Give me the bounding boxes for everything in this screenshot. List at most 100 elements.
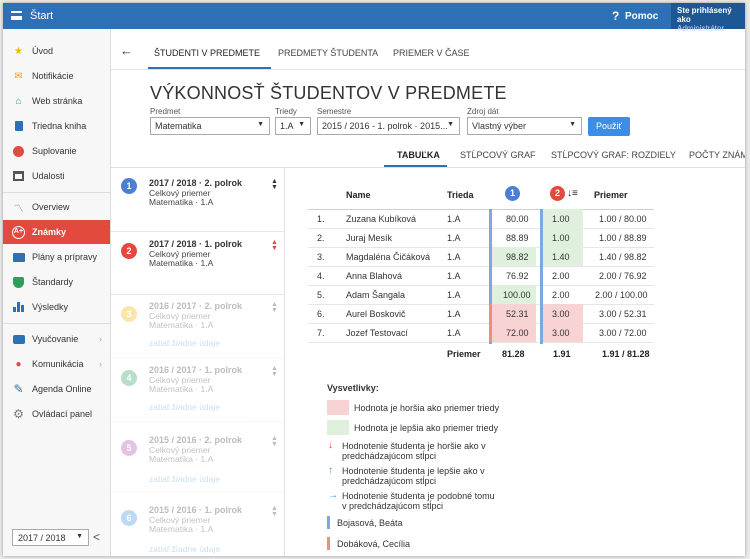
column-header-semester-2[interactable]: 2: [550, 186, 565, 201]
column-header-name[interactable]: Name: [346, 190, 371, 200]
sidebar-item-web[interactable]: ⌂ Web stránka: [3, 89, 110, 113]
legend-teacher1: Bojasová, Beáta: [337, 518, 403, 528]
grade-col2: 1.00: [552, 233, 570, 243]
grade-col1: 98.82: [506, 252, 529, 262]
semester-item-5[interactable]: 5 2015 / 2016 · 2. polrok Celkový prieme…: [111, 428, 284, 492]
sort-icon[interactable]: ▲ ▼: [271, 239, 278, 252]
student-class: 1.A: [447, 290, 461, 300]
sort-icon[interactable]: ↓≡: [567, 188, 578, 199]
semester-item-6[interactable]: 6 2015 / 2016 · 1. polrok Celkový prieme…: [111, 498, 284, 556]
row-average: 1.40 / 98.82: [599, 252, 647, 262]
legend-down-line2: predchádzajúcom stĺpci: [342, 451, 437, 461]
arrow-up-icon: ↑: [328, 465, 333, 476]
view-tab-tabulka[interactable]: TABUĽKA: [397, 150, 440, 160]
no-data-text: zatiaľ žiadne údaje: [149, 544, 221, 554]
sidebar-item-vysledky[interactable]: Výsledky: [3, 295, 110, 319]
semester-title: 2017 / 2018 · 2. polrok: [149, 178, 243, 188]
app-title[interactable]: Štart: [30, 10, 53, 22]
sidebar-item-label: Suplovanie: [32, 146, 77, 156]
chevron-right-icon: ›: [99, 359, 102, 369]
row-divider: [308, 285, 654, 286]
view-tab-stlpcovy-graf[interactable]: STĹPCOVÝ GRAF: [460, 150, 536, 160]
student-name: Juraj Mesík: [346, 233, 393, 243]
student-class: 1.A: [447, 328, 461, 338]
legend-same-line1: Hodnotenie študenta je podobné tomu: [342, 491, 495, 501]
footer-col1: 81.28: [502, 349, 525, 359]
column-header-average[interactable]: Priemer: [594, 190, 628, 200]
column-header-class[interactable]: Trieda: [447, 190, 474, 200]
row-number: 2.: [317, 233, 325, 243]
subject-select[interactable]: Matematika ▼: [150, 117, 270, 135]
hamburger-icon[interactable]: [11, 11, 22, 20]
legend-down-line1: Hodnotenie študenta je horšie ako v: [342, 441, 486, 451]
student-name: Zuzana Kubíková: [346, 214, 417, 224]
user-box[interactable]: Ste prihlásený ako Administrátor: [671, 3, 745, 33]
caret-down-icon: ▼: [569, 121, 576, 128]
back-arrow-icon[interactable]: ←: [120, 43, 133, 58]
class-value: 1.A: [280, 121, 294, 131]
legend-teacher2-bar: [327, 537, 330, 550]
footer-average: 1.91 / 81.28: [602, 349, 650, 359]
sort-icon[interactable]: ▲ ▼: [271, 301, 278, 314]
sidebar-item-agenda[interactable]: ✎ Agenda Online: [3, 377, 110, 401]
sidebar-item-label: Komunikácia: [32, 359, 84, 369]
sort-icon[interactable]: ▲ ▼: [271, 505, 278, 518]
sidebar-item-vyucovanie[interactable]: Vyučovanie ›: [3, 327, 110, 351]
sidebar-item-komunikacia[interactable]: ● Komunikácia ›: [3, 352, 110, 376]
view-tab-rozdiely[interactable]: STĹPCOVÝ GRAF: ROZDIELY: [551, 150, 676, 160]
class-select[interactable]: 1.A ▼: [275, 117, 311, 135]
top-bar: Štart ? Pomoc Ste prihlásený ako Adminis…: [3, 3, 745, 33]
view-tab-pocty[interactable]: POČTY ZNÁM: [689, 150, 745, 160]
semester-select[interactable]: 2015 / 2016 - 1. polrok · 2015... ▼: [317, 117, 460, 135]
collapse-sidebar-icon[interactable]: <: [93, 530, 100, 544]
grade-col2: 3.00: [552, 328, 570, 338]
row-average: 1.00 / 88.89: [599, 233, 647, 243]
tab-predmety[interactable]: PREDMETY ŠTUDENTA: [278, 48, 378, 58]
grade-col1: 72.00: [506, 328, 529, 338]
help-link[interactable]: Pomoc: [625, 11, 658, 22]
semester-item-4[interactable]: 4 2016 / 2017 · 1. polrok Celkový prieme…: [111, 358, 284, 422]
sidebar-item-plany[interactable]: Plány a prípravy: [3, 245, 110, 269]
sidebar-item-triedna-kniha[interactable]: Triedna kniha: [3, 114, 110, 138]
student-class: 1.A: [447, 252, 461, 262]
sidebar-item-uvod[interactable]: ★ Úvod: [3, 39, 110, 63]
school-icon: [12, 333, 25, 345]
help-icon[interactable]: ?: [612, 9, 619, 23]
arrow-right-icon: →: [328, 490, 338, 501]
sidebar-item-udalosti[interactable]: Udalosti: [3, 164, 110, 188]
tab-priemer[interactable]: PRIEMER V ČASE: [393, 48, 470, 58]
sidebar-item-standardy[interactable]: Štandardy: [3, 270, 110, 294]
row-number: 5.: [317, 290, 325, 300]
semester-item-3[interactable]: 3 2016 / 2017 · 2. polrok Celkový prieme…: [111, 294, 284, 358]
row-average: 1.00 / 80.00: [599, 214, 647, 224]
sidebar-item-label: Udalosti: [32, 171, 65, 181]
sort-icon[interactable]: ▲ ▼: [271, 435, 278, 448]
bar-chart-icon: [12, 301, 25, 313]
grade-col2: 2.00: [552, 271, 570, 281]
legend-title: Vysvetlivky:: [327, 383, 379, 393]
row-average: 3.00 / 52.31: [599, 309, 647, 319]
sidebar-item-znamky[interactable]: A+ Známky: [3, 220, 110, 244]
tab-studenti[interactable]: ŠTUDENTI V PREDMETE: [154, 48, 260, 58]
footer-col2: 1.91: [553, 349, 571, 359]
legend-better-swatch: [327, 420, 349, 435]
source-select[interactable]: Vlastný výber ▼: [467, 117, 582, 135]
sidebar-item-suplovanie[interactable]: Suplovanie: [3, 139, 110, 163]
year-select[interactable]: 2017 / 2018 ▼: [12, 529, 89, 546]
app-window: Štart ? Pomoc Ste prihlásený ako Adminis…: [3, 3, 745, 556]
semester-item-2[interactable]: 2 2017 / 2018 · 1. polrok Celkový prieme…: [111, 231, 284, 295]
sidebar-item-notifikacie[interactable]: ✉ Notifikácie: [3, 64, 110, 88]
sidebar-item-ovladaci-panel[interactable]: ⚙ Ovládací panel: [3, 402, 110, 426]
semester-title: 2017 / 2018 · 1. polrok: [149, 239, 243, 249]
sort-icon[interactable]: ▲ ▼: [271, 178, 278, 191]
sidebar-item-overview[interactable]: 〽 Overview: [3, 195, 110, 219]
year-value: 2017 / 2018: [18, 533, 66, 543]
legend-teacher1-bar: [327, 516, 330, 529]
semester-item-1[interactable]: 1 2017 / 2018 · 2. polrok Celkový prieme…: [111, 168, 284, 232]
sidebar-item-label: Úvod: [32, 46, 54, 56]
column-header-semester-1[interactable]: 1: [505, 186, 520, 201]
sort-icon[interactable]: ▲ ▼: [271, 365, 278, 378]
row-number: 7.: [317, 328, 325, 338]
semester-title: 2016 / 2017 · 1. polrok: [149, 365, 243, 375]
apply-button[interactable]: Použiť: [588, 117, 630, 136]
